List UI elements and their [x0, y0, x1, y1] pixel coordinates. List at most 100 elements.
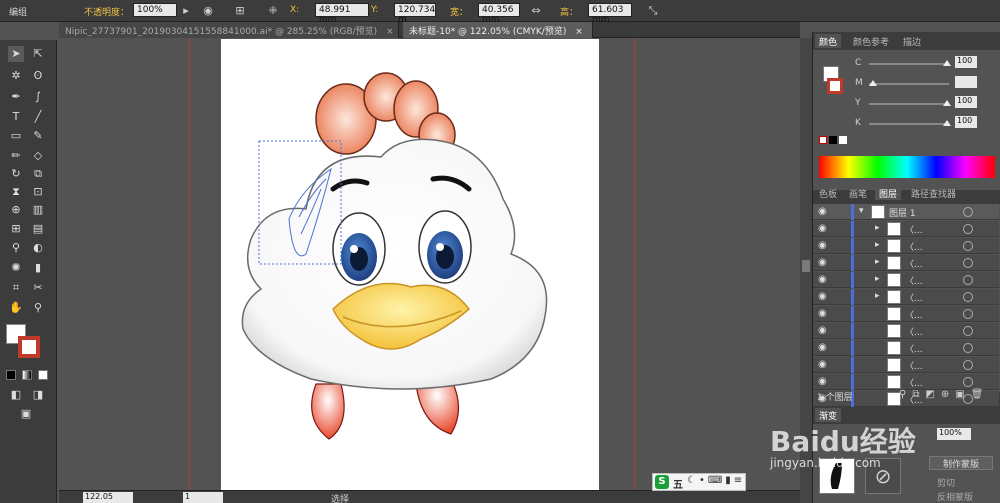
- target-icon[interactable]: [963, 292, 973, 302]
- eye-icon[interactable]: ◉: [818, 342, 832, 353]
- target-icon[interactable]: [963, 343, 973, 353]
- slice-tool-icon[interactable]: ✂: [30, 280, 46, 296]
- brush-tool-icon[interactable]: ✎: [30, 128, 46, 144]
- transparency-opacity-input[interactable]: 100%: [937, 428, 971, 440]
- color-stroke-swatch[interactable]: [827, 78, 843, 94]
- link-icon[interactable]: ⇔: [528, 3, 544, 19]
- gradient-mode-button[interactable]: [22, 370, 32, 380]
- layer-row[interactable]: ◉ 〈...: [813, 306, 999, 322]
- eye-icon[interactable]: ◉: [818, 308, 832, 319]
- opacity-label[interactable]: 不透明度：: [84, 5, 129, 18]
- slider-knob[interactable]: [943, 120, 951, 126]
- tab-nipic[interactable]: Nipic_27737901_20190304151558841000.ai* …: [59, 22, 399, 38]
- draw-normal-icon[interactable]: ◧: [8, 387, 24, 403]
- color-mode-button[interactable]: [6, 370, 16, 380]
- channel-m-value[interactable]: [955, 76, 977, 88]
- sublayer-name[interactable]: 〈...: [905, 274, 923, 287]
- sublayer-name[interactable]: 〈...: [905, 342, 923, 355]
- chevron-down-icon[interactable]: ▾: [859, 206, 864, 216]
- tab-layers[interactable]: 图层: [875, 186, 902, 200]
- close-icon[interactable]: ×: [386, 27, 394, 37]
- eye-icon[interactable]: ◉: [818, 257, 832, 268]
- hand-tool-icon[interactable]: ✋: [8, 300, 24, 316]
- height-input[interactable]: 61.603 mm: [588, 3, 632, 25]
- tab-untitled[interactable]: 未标题-10* @ 122.05% (CMYK/预览) ×: [403, 22, 593, 38]
- invert-mask-checkbox[interactable]: 反相蒙版: [937, 490, 973, 503]
- tab-stroke[interactable]: 描边: [899, 34, 925, 48]
- sublayer-name[interactable]: 〈...: [905, 325, 923, 338]
- curvature-tool-icon[interactable]: ∫: [30, 89, 46, 105]
- target-icon[interactable]: [963, 224, 973, 234]
- opacity-arrow-icon[interactable]: ▸: [178, 3, 194, 19]
- tab-brushes[interactable]: 画笔: [845, 186, 871, 200]
- tab-swatches[interactable]: 色板: [815, 186, 841, 200]
- x-input[interactable]: 48.991 mm: [315, 3, 369, 25]
- direct-selection-tool-icon[interactable]: ⇱: [30, 46, 46, 62]
- chevron-right-icon[interactable]: ▸: [875, 240, 880, 250]
- mesh-tool-icon[interactable]: ⊞: [8, 221, 24, 237]
- width-tool-icon[interactable]: ⧗: [8, 184, 24, 200]
- ime-toolbar[interactable]: S 五 ☾•⌨▮≡: [652, 473, 746, 491]
- color-spectrum[interactable]: [819, 156, 995, 178]
- sublayer-name[interactable]: 〈...: [905, 359, 923, 372]
- ime-tool-icons[interactable]: ☾•⌨▮≡: [687, 475, 745, 486]
- layer-row[interactable]: ◉ 〈...: [813, 374, 999, 390]
- page-input[interactable]: 1: [183, 492, 223, 503]
- target-icon[interactable]: [963, 207, 973, 217]
- layer-row[interactable]: ◉ ▸ 〈...: [813, 238, 999, 254]
- stroke-swatch[interactable]: [18, 336, 40, 358]
- y-input[interactable]: 120.734 m: [394, 3, 436, 25]
- eye-icon[interactable]: ◉: [818, 223, 832, 234]
- eye-icon[interactable]: ◉: [818, 240, 832, 251]
- sublayer-name[interactable]: 〈...: [905, 240, 923, 253]
- pen-tool-icon[interactable]: ✒: [8, 89, 24, 105]
- slider-knob[interactable]: [943, 60, 951, 66]
- tab-pathfinder[interactable]: 路径查找器: [907, 186, 960, 200]
- selection-tool-icon[interactable]: ➤: [8, 46, 24, 62]
- close-icon[interactable]: ×: [575, 27, 583, 37]
- ime-mode[interactable]: 五: [673, 476, 683, 491]
- sublayer-name[interactable]: 〈...: [905, 308, 923, 321]
- sublayer-name[interactable]: 〈...: [905, 291, 923, 304]
- black-swatch[interactable]: [829, 136, 837, 144]
- chart-tool-icon[interactable]: ▥: [30, 202, 46, 218]
- sublayer-name[interactable]: 〈...: [905, 257, 923, 270]
- channel-k-value[interactable]: 100: [955, 116, 977, 128]
- ime-logo-icon[interactable]: S: [655, 475, 669, 489]
- clip-checkbox[interactable]: 剪切: [937, 476, 955, 489]
- width-input[interactable]: 40.356 mm: [478, 3, 520, 25]
- scrollbar-thumb[interactable]: [802, 260, 810, 272]
- draw-behind-icon[interactable]: ◨: [30, 387, 46, 403]
- none-mode-button[interactable]: [38, 370, 48, 380]
- target-icon[interactable]: [963, 309, 973, 319]
- eye-icon[interactable]: ◉: [818, 359, 832, 370]
- chevron-right-icon[interactable]: ▸: [875, 291, 880, 301]
- chevron-right-icon[interactable]: ▸: [875, 274, 880, 284]
- screen-mode-icon[interactable]: ▣: [18, 406, 34, 422]
- make-mask-button[interactable]: 制作蒙版: [929, 456, 993, 470]
- layer-row[interactable]: ◉ ▸ 〈...: [813, 221, 999, 237]
- layer-row-top[interactable]: ◉ ▾ 图层 1: [813, 204, 999, 220]
- layer-row[interactable]: ◉ ▸ 〈...: [813, 289, 999, 305]
- gradient-tool-icon[interactable]: ▤: [30, 221, 46, 237]
- eye-icon[interactable]: ◉: [818, 376, 832, 387]
- pencil-tool-icon[interactable]: ✏: [8, 148, 24, 164]
- zoom-input[interactable]: 122.05: [83, 492, 133, 503]
- channel-y-value[interactable]: 100: [955, 96, 977, 108]
- layer-footer-icons[interactable]: ⚲⧉◩⊕▣🗑: [899, 389, 989, 400]
- channel-y-slider[interactable]: [869, 103, 949, 105]
- eye-icon[interactable]: ◉: [818, 325, 832, 336]
- target-icon[interactable]: [963, 258, 973, 268]
- eye-icon[interactable]: ◉: [818, 206, 832, 217]
- eye-icon[interactable]: ◉: [818, 274, 832, 285]
- align-icon[interactable]: ⊞: [232, 3, 248, 19]
- zoom-tool-icon[interactable]: ⚲: [30, 300, 46, 316]
- magic-wand-tool-icon[interactable]: ✲: [8, 68, 24, 84]
- lasso-tool-icon[interactable]: ʘ: [30, 68, 46, 84]
- sublayer-name[interactable]: 〈...: [905, 223, 923, 236]
- slider-knob[interactable]: [943, 100, 951, 106]
- layer-row[interactable]: ◉ 〈...: [813, 340, 999, 356]
- tab-color[interactable]: 颜色: [815, 34, 842, 48]
- target-icon[interactable]: [963, 360, 973, 370]
- layer-row[interactable]: ◉ ▸ 〈...: [813, 272, 999, 288]
